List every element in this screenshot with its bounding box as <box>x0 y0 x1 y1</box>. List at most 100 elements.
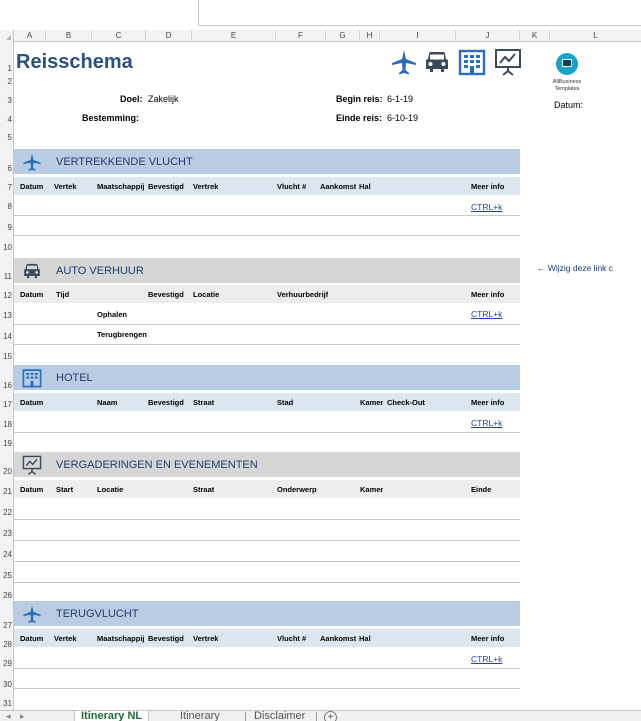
row-header[interactable]: 31 <box>0 699 14 708</box>
begin-reis-value[interactable]: 6-1-19 <box>387 94 413 104</box>
row-header[interactable]: 9 <box>0 223 14 232</box>
doel-label: Doel: <box>120 94 143 104</box>
airplane-icon <box>23 153 41 171</box>
column-header-f[interactable]: F <box>276 30 326 42</box>
sheet-grid[interactable]: Reisschema Doel: Zakelijk Bestemming: Be… <box>14 42 641 710</box>
logo-line-1: AllBusiness <box>552 79 582 85</box>
row-header[interactable]: 2 <box>0 77 14 86</box>
logo-text: AllBusiness Templates <box>543 79 591 93</box>
car-column-headers: Datum Tijd Bevestigd Locatie Verhuurbedr… <box>14 285 520 303</box>
col-meer-info: Meer info <box>471 290 505 299</box>
row-header[interactable]: 26 <box>0 591 14 600</box>
row-header[interactable]: 6 <box>0 164 14 173</box>
bestemming-label: Bestemming: <box>82 113 140 123</box>
row-header[interactable]: 7 <box>0 183 14 192</box>
tab-itinerary[interactable]: Itinerary <box>174 711 226 721</box>
logo-line-2: Templates <box>554 86 580 92</box>
section-hotel: HOTEL <box>14 365 520 390</box>
page-title[interactable]: Reisschema <box>16 51 133 74</box>
section-title: AUTO VERHUUR <box>56 265 144 277</box>
section-title: VERGADERINGEN EN EVENEMENTEN <box>56 459 258 471</box>
row-header[interactable]: 21 <box>0 487 14 496</box>
tab-disclaimer[interactable]: Disclaimer <box>248 711 311 721</box>
col-meer-info: Meer info <box>471 182 505 191</box>
column-header-i[interactable]: I <box>380 30 456 42</box>
row-header[interactable]: 24 <box>0 550 14 559</box>
col-vlucht: Vlucht # <box>277 182 307 191</box>
column-header-a[interactable]: A <box>14 30 46 42</box>
row-header[interactable]: 30 <box>0 680 14 689</box>
row-header[interactable]: 19 <box>0 439 14 448</box>
col-datum: Datum <box>20 398 44 407</box>
column-header-e[interactable]: E <box>192 30 276 42</box>
col-einde: Einde <box>471 485 492 494</box>
col-vertrek: Vertrek <box>193 182 219 191</box>
row-divider <box>14 432 520 433</box>
meer-info-link[interactable]: CTRL+k <box>471 309 502 319</box>
column-header-h[interactable]: H <box>360 30 380 42</box>
col-vertek: Vertek <box>54 182 77 191</box>
col-vertrek: Vertrek <box>193 634 219 643</box>
col-tijd: Tijd <box>56 290 70 299</box>
row-header[interactable]: 10 <box>0 243 14 252</box>
formula-bar-area <box>0 0 641 30</box>
row-header[interactable]: 22 <box>0 508 14 517</box>
col-hal: Hal <box>359 634 371 643</box>
doel-value[interactable]: Zakelijk <box>148 94 179 104</box>
col-maatschappij: Maatschappij <box>97 634 145 643</box>
row-header[interactable]: 4 <box>0 115 14 124</box>
meetings-column-headers: Datum Start Locatie Straat Onderwerp Kam… <box>14 480 520 498</box>
row-header[interactable]: 15 <box>0 352 14 361</box>
row-header[interactable]: 13 <box>0 311 14 320</box>
row-header[interactable]: 5 <box>0 133 14 142</box>
row-header[interactable]: 1 <box>0 64 14 73</box>
tab-itinerary-nl[interactable]: Itinerary NL <box>74 711 150 721</box>
meer-info-link[interactable]: CTRL+k <box>471 418 502 428</box>
row-header[interactable]: 18 <box>0 420 14 429</box>
side-note: ← Wijzig deze link c <box>537 263 614 273</box>
row-headers: 1 2 3 4 5 6 7 8 9 10 11 12 13 14 15 16 1… <box>0 42 14 710</box>
column-header-b[interactable]: B <box>46 30 92 42</box>
column-header-c[interactable]: C <box>92 30 146 42</box>
row-header[interactable]: 11 <box>0 272 14 281</box>
hotel-icon <box>22 369 42 388</box>
column-header-j[interactable]: J <box>456 30 520 42</box>
tab-separator <box>316 712 317 721</box>
row-header[interactable]: 20 <box>0 467 14 476</box>
section-title: TERUGVLUCHT <box>56 608 139 620</box>
select-all-corner[interactable] <box>0 30 14 42</box>
row-header[interactable]: 25 <box>0 571 14 580</box>
column-header-l[interactable]: L <box>550 30 641 42</box>
section-title: HOTEL <box>56 372 93 384</box>
tab-scroll-left-icon[interactable]: ◂ <box>6 711 11 721</box>
row-header[interactable]: 8 <box>0 202 14 211</box>
einde-reis-value[interactable]: 6-10-19 <box>387 113 418 123</box>
column-header-g[interactable]: G <box>326 30 360 42</box>
row-header[interactable]: 16 <box>0 381 14 390</box>
row-divider <box>14 519 520 520</box>
row-divider <box>14 215 520 216</box>
meer-info-link[interactable]: CTRL+k <box>471 202 502 212</box>
row-header[interactable]: 14 <box>0 332 14 341</box>
row-header[interactable]: 3 <box>0 96 14 105</box>
terugbrengen-label: Terugbrengen <box>97 330 147 339</box>
meer-info-link[interactable]: CTRL+k <box>471 654 502 664</box>
column-header-k[interactable]: K <box>520 30 550 42</box>
col-straat: Straat <box>193 485 215 494</box>
col-verhuurbedrijf: Verhuurbedrijf <box>277 290 329 299</box>
row-divider <box>14 235 520 236</box>
hotel-icon <box>458 49 486 76</box>
row-divider <box>14 324 520 325</box>
tab-scroll-right-icon[interactable]: ▸ <box>20 711 25 721</box>
add-sheet-button[interactable]: + <box>324 711 337 721</box>
column-header-d[interactable]: D <box>146 30 192 42</box>
row-header[interactable]: 17 <box>0 400 14 409</box>
row-header[interactable]: 27 <box>0 621 14 630</box>
col-datum: Datum <box>20 634 44 643</box>
row-header[interactable]: 29 <box>0 659 14 668</box>
formula-input[interactable] <box>198 0 641 26</box>
row-header[interactable]: 28 <box>0 640 14 649</box>
col-start: Start <box>56 485 74 494</box>
row-header[interactable]: 23 <box>0 529 14 538</box>
row-header[interactable]: 12 <box>0 291 14 300</box>
